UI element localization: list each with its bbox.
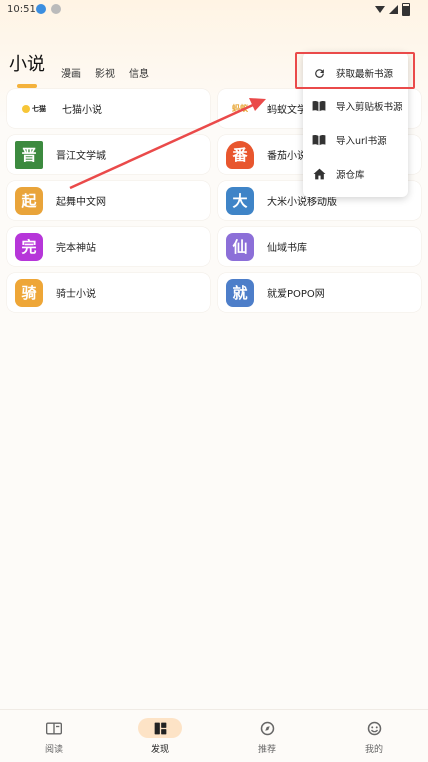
nav-label: 发现 — [150, 745, 169, 755]
nav-label: 阅读 — [44, 745, 63, 755]
dashboard-icon — [138, 718, 182, 738]
nav-recommend[interactable]: 推荐 — [237, 718, 297, 755]
nav-read[interactable]: 阅读 — [24, 718, 84, 755]
nav-label: 我的 — [364, 745, 383, 755]
face-icon — [360, 718, 388, 738]
nav-discover[interactable]: 发现 — [130, 718, 190, 755]
annotation-arrow — [69, 98, 266, 190]
compass-icon — [253, 718, 281, 738]
nav-mine[interactable]: 我的 — [344, 718, 404, 755]
book-open-icon — [40, 718, 68, 738]
bottom-nav: 阅读 发现 推荐 我的 — [0, 709, 428, 762]
nav-label: 推荐 — [257, 745, 276, 755]
